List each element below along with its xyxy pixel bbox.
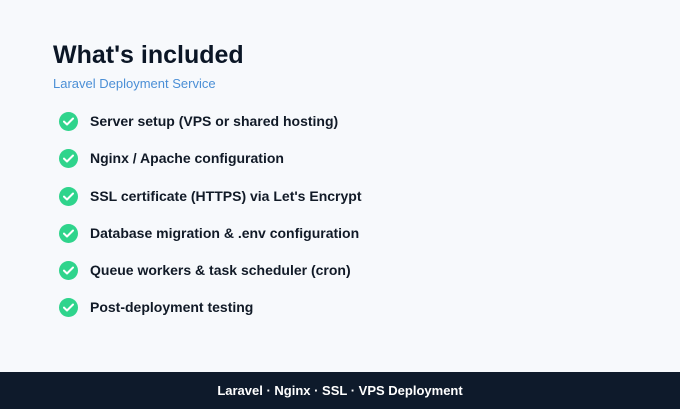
feature-item: Post-deployment testing [59, 298, 653, 318]
feature-item: Queue workers & task scheduler (cron) [59, 261, 653, 281]
feature-label: Database migration & .env configuration [90, 224, 360, 241]
feature-label: Queue workers & task scheduler (cron) [90, 262, 351, 279]
check-circle-icon [59, 112, 78, 131]
footer-banner: Laravel · Nginx · SSL · VPS Deployment [0, 372, 680, 409]
feature-item: Server setup (VPS or shared hosting) [59, 112, 653, 131]
page-title: What's included [53, 41, 244, 69]
check-circle-icon [59, 186, 78, 206]
check-circle-icon [59, 298, 78, 318]
feature-item: SSL certificate (HTTPS) via Let's Encryp… [59, 186, 653, 206]
feature-item: Database migration & .env configuration [59, 223, 653, 243]
footer-text: Laravel · Nginx · SSL · VPS Deployment [217, 383, 463, 398]
feature-label: Server setup (VPS or shared hosting) [90, 113, 339, 129]
check-circle-icon [59, 149, 78, 169]
feature-label: SSL certificate (HTTPS) via Let's Encryp… [90, 187, 362, 204]
feature-item: Nginx / Apache configuration [59, 149, 653, 169]
feature-label: Nginx / Apache configuration [90, 150, 284, 167]
feature-label: Post-deployment testing [90, 299, 254, 316]
included-section: What's included Laravel Deployment Servi… [53, 40, 653, 336]
check-circle-icon [59, 261, 78, 281]
feature-list: Server setup (VPS or shared hosting) Ngi… [59, 112, 653, 318]
page-subtitle: Laravel Deployment Service [53, 76, 216, 91]
check-circle-icon [59, 223, 78, 243]
